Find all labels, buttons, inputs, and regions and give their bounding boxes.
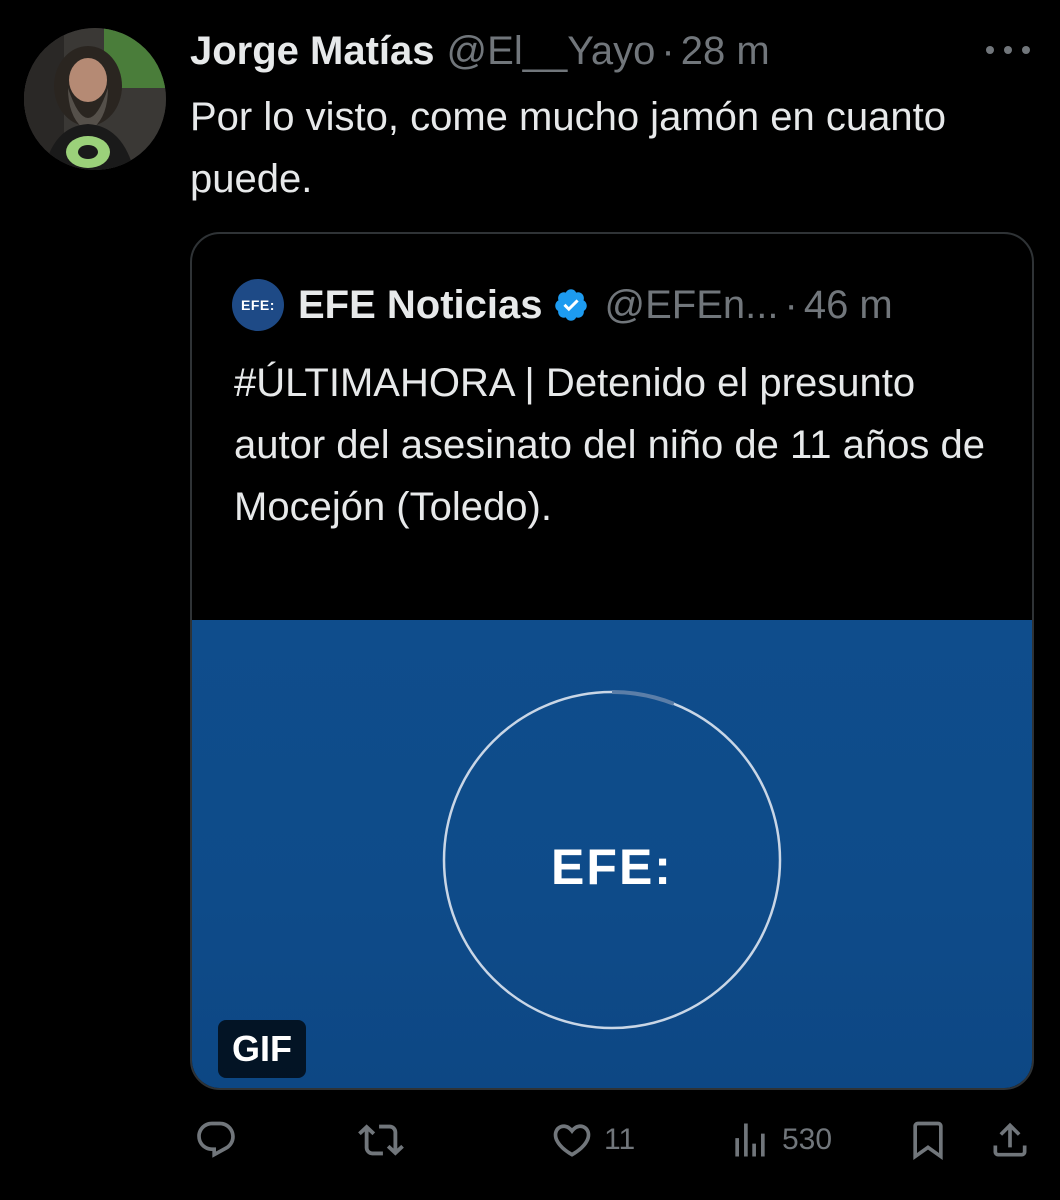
tweet-header: Jorge Matías @El__Yayo · 28 m <box>190 26 770 76</box>
heart-icon <box>553 1124 591 1157</box>
tweet-text: Por lo visto, come mucho jamón en cuanto… <box>190 95 946 201</box>
share-button[interactable] <box>988 1110 1032 1170</box>
loading-progress-arc <box>611 690 675 706</box>
verified-badge-icon <box>553 287 589 323</box>
gif-badge: GIF <box>218 1020 306 1078</box>
like-count: 11 <box>604 1123 636 1156</box>
views-icon <box>735 1123 765 1157</box>
quoted-author-handle[interactable]: @EFEn... <box>605 283 779 328</box>
more-icon[interactable] <box>986 40 1030 60</box>
separator-dot: · <box>784 282 798 327</box>
share-icon <box>993 1122 1027 1157</box>
quoted-tweet-timestamp[interactable]: 46 m <box>804 283 893 328</box>
bookmark-icon <box>913 1121 943 1161</box>
author-avatar[interactable] <box>24 28 166 170</box>
views-button[interactable]: 530 <box>728 1110 832 1170</box>
quoted-tweet-text: #ÚLTIMAHORA | Detenido el presunto autor… <box>234 361 985 529</box>
tweet-timestamp[interactable]: 28 m <box>681 26 770 76</box>
bookmark-button[interactable] <box>906 1110 950 1170</box>
quoted-author-name[interactable]: EFE Noticias <box>298 283 543 328</box>
quoted-tweet-header: EFE: EFE Noticias @EFEn... · 46 m <box>232 279 893 331</box>
author-handle[interactable]: @El__Yayo <box>447 26 656 76</box>
retweet-icon <box>358 1124 404 1156</box>
efe-logo: EFE: <box>551 839 673 895</box>
avatar-photo <box>24 28 166 170</box>
author-name[interactable]: Jorge Matías <box>190 26 435 76</box>
retweet-button[interactable] <box>358 1110 414 1170</box>
quoted-tweet-card[interactable]: EFE: EFE Noticias @EFEn... · 46 m #ÚLTIM… <box>190 232 1034 1090</box>
views-count: 530 <box>782 1123 833 1156</box>
quoted-author-avatar[interactable]: EFE: <box>232 279 284 331</box>
separator-dot: · <box>661 29 675 73</box>
like-button[interactable]: 11 <box>550 1110 635 1170</box>
reply-icon <box>197 1121 235 1158</box>
quoted-tweet-gif[interactable]: EFE: GIF <box>192 620 1032 1088</box>
reply-button[interactable] <box>194 1110 248 1170</box>
tweet-action-bar: 11 530 <box>190 1110 1030 1170</box>
